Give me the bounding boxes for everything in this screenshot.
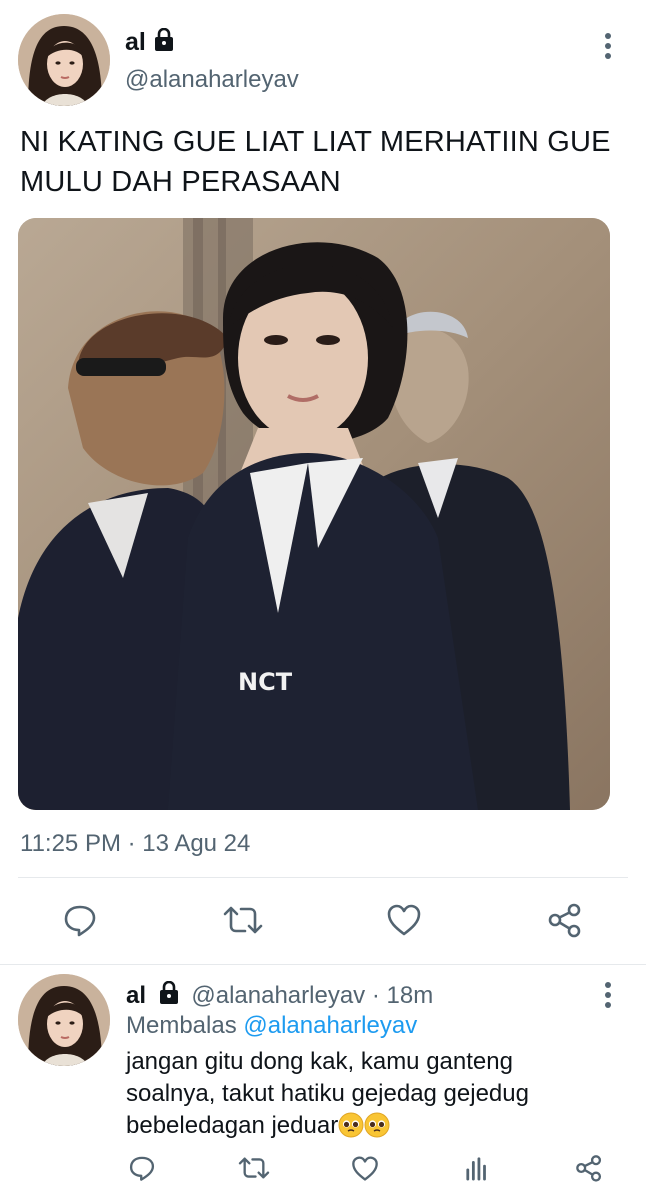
reply-header: al @alanaharleyav · 18m — [126, 981, 433, 1010]
lock-icon — [157, 981, 181, 1005]
like-icon[interactable] — [351, 1155, 379, 1182]
reply-text-line: soalnya, takut hatiku gejedag gejedug — [126, 1080, 529, 1107]
divider — [18, 877, 628, 878]
avatar[interactable] — [18, 14, 110, 106]
reply-time[interactable]: 18m — [387, 982, 434, 1009]
reply-handle[interactable]: @alanaharleyav — [191, 982, 365, 1009]
retweet-icon[interactable] — [238, 1154, 270, 1182]
lock-icon — [152, 28, 176, 52]
nct-logo-text: NCT — [238, 668, 293, 696]
tweet-timestamp[interactable]: 11:25 PM · 13 Agu 24 — [20, 830, 250, 858]
display-name[interactable]: al — [125, 28, 146, 57]
reply-avatar[interactable] — [18, 974, 110, 1066]
share-icon[interactable] — [547, 902, 583, 938]
reply-text-line: jangan gitu dong kak, kamu ganteng — [126, 1048, 513, 1075]
tweet-text-line: MULU DAH PERASAAN — [20, 166, 341, 198]
reply-display-name[interactable]: al — [126, 982, 146, 1009]
replying-to: Membalas @alanaharleyav — [126, 1012, 417, 1040]
analytics-icon[interactable] — [465, 1155, 491, 1181]
tweet-text-line: NI KATING GUE LIAT LIAT MERHATIIN GUE — [20, 126, 611, 158]
reply-text: jangan gitu dong kak, kamu ganteng soaln… — [126, 1046, 626, 1142]
separator: · — [371, 982, 380, 1009]
reply-text-line: bebeledagan jeduar — [126, 1112, 339, 1139]
divider — [0, 964, 646, 965]
reply-text-line-with-emoji: bebeledagan jeduar — [126, 1110, 626, 1142]
reply-icon[interactable] — [128, 1154, 156, 1182]
retweet-icon[interactable] — [223, 902, 263, 938]
pleading-face-icon — [364, 1112, 390, 1138]
tweet-text: NI KATING GUE LIAT LIAT MERHATIIN GUE MU… — [20, 122, 640, 202]
replying-label: Membalas — [126, 1012, 237, 1039]
replying-to-link[interactable]: @alanaharleyav — [243, 1012, 417, 1039]
handle[interactable]: @alanaharleyav — [125, 66, 299, 94]
tweet-media-photo[interactable]: NCT — [18, 218, 610, 810]
share-icon[interactable] — [575, 1154, 603, 1182]
pleading-face-icon — [338, 1112, 364, 1138]
reply-more-options-icon[interactable] — [596, 975, 620, 1015]
like-icon[interactable] — [386, 903, 422, 937]
more-options-icon[interactable] — [596, 26, 620, 66]
reply-icon[interactable] — [62, 902, 98, 938]
